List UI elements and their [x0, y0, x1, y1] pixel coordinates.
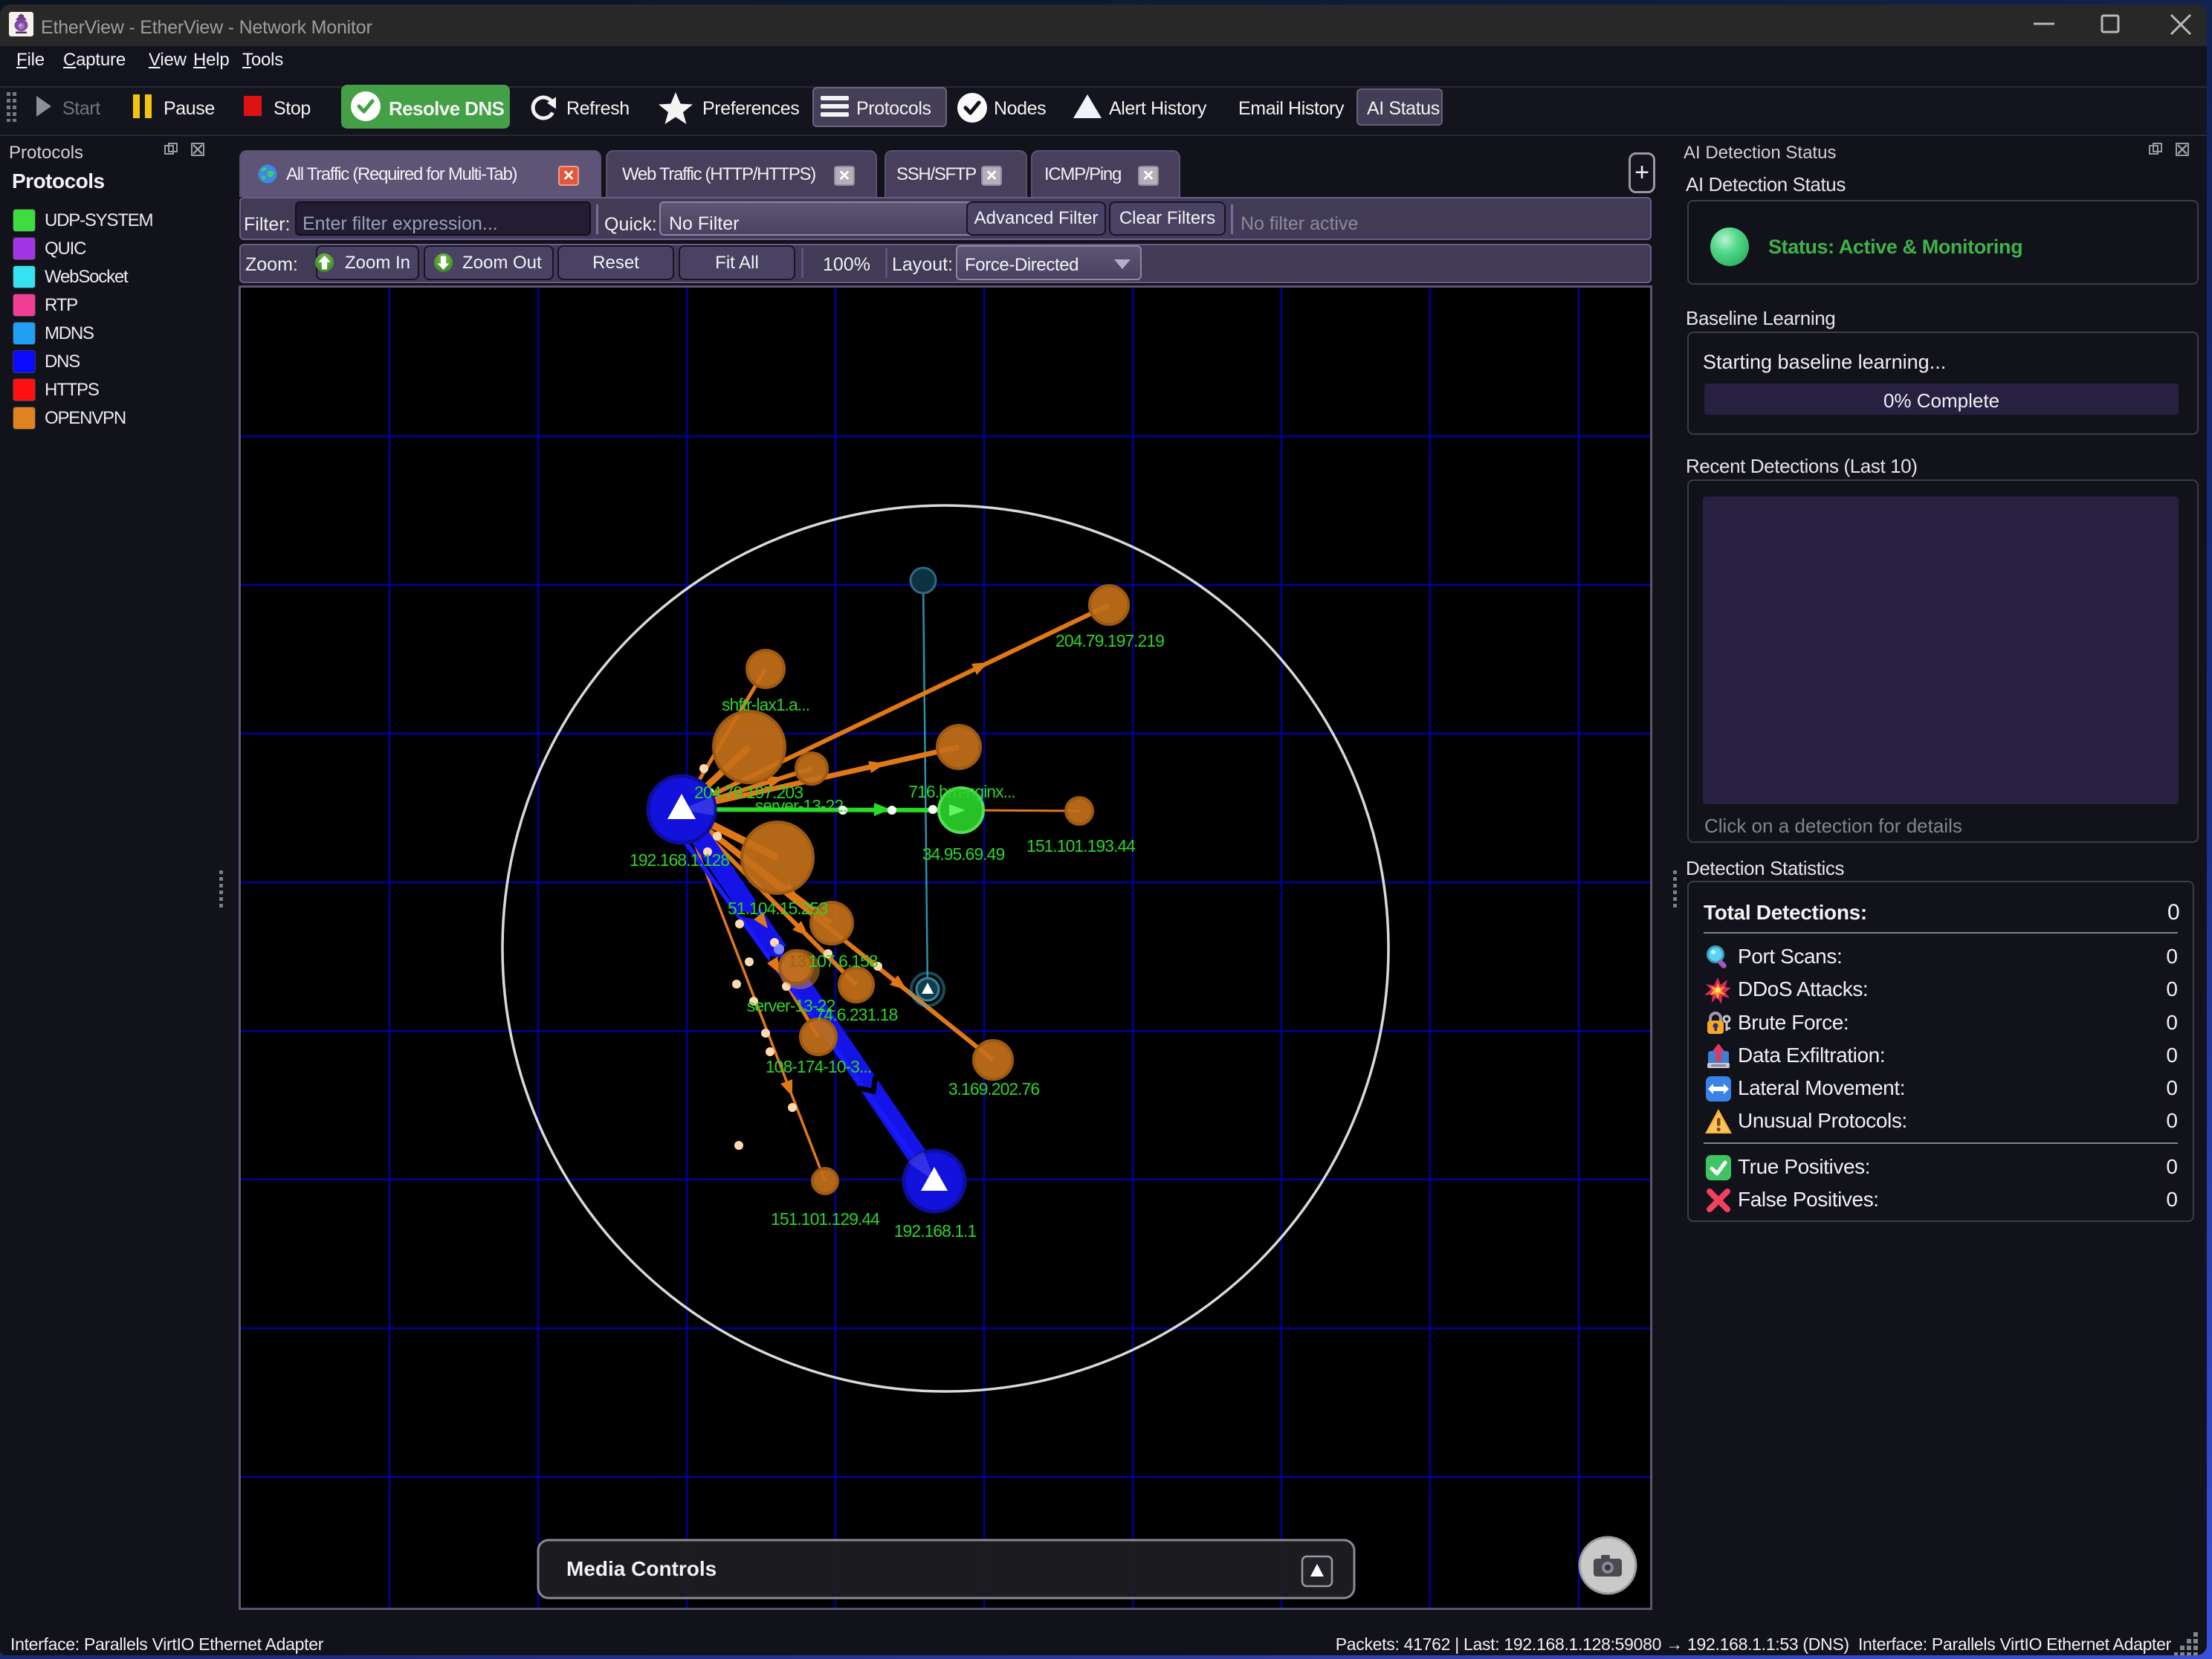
svg-text:192.168.1.128: 192.168.1.128 [630, 850, 729, 870]
svg-text:204.79.197.219: 204.79.197.219 [1055, 631, 1164, 650]
svg-text:108-174-10-3...: 108-174-10-3... [766, 1057, 871, 1076]
svg-text:74.6.231.18: 74.6.231.18 [815, 1005, 898, 1024]
svg-text:13.: 13. [789, 951, 810, 971]
svg-text:shftr-lax1.a...: shftr-lax1.a... [722, 695, 809, 714]
svg-text:716.bm-nginx...: 716.bm-nginx... [908, 782, 1015, 801]
svg-text:51.104.15.253: 51.104.15.253 [728, 899, 827, 918]
svg-text:Media Controls: Media Controls [566, 1557, 717, 1580]
svg-text:3.169.202.76: 3.169.202.76 [948, 1079, 1040, 1099]
svg-text:server-13-22...: server-13-22... [755, 796, 856, 815]
svg-text:34.95.69.49: 34.95.69.49 [922, 844, 1005, 864]
svg-text:151.101.193.44: 151.101.193.44 [1026, 836, 1136, 856]
svg-text:107.6.158: 107.6.158 [808, 951, 878, 971]
svg-text:192.168.1.1: 192.168.1.1 [894, 1221, 977, 1241]
svg-text:151.101.129.44: 151.101.129.44 [771, 1209, 880, 1229]
